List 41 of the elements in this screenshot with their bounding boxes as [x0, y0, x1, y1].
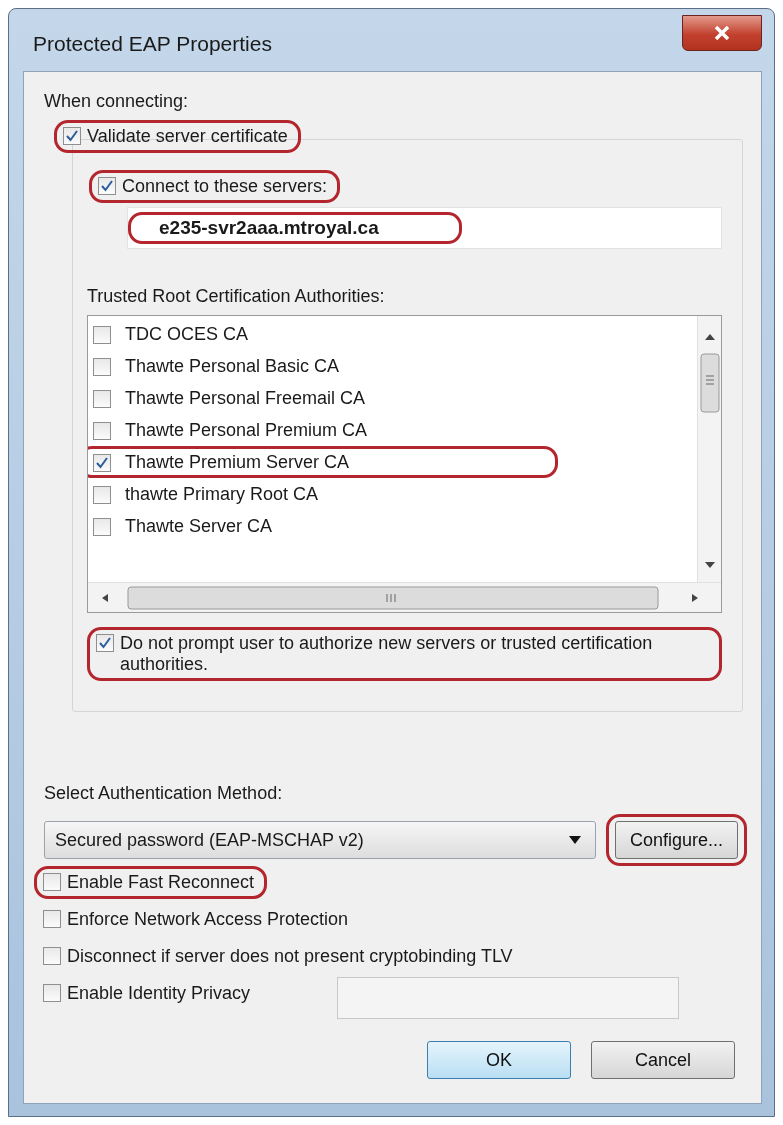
checkbox-label: Disconnect if server does not present cryptobinding TLV [67, 946, 513, 967]
checkbox-label: Enforce Network Access Protection [67, 909, 349, 930]
list-item[interactable]: Thawte Personal Premium CA [125, 419, 368, 441]
checkbox[interactable] [93, 325, 111, 344]
method-dropdown[interactable]: Secured password (EAP-MSCHAP v2) [44, 821, 596, 859]
checkbox[interactable] [63, 127, 81, 145]
ok-button[interactable]: OK [427, 1041, 571, 1079]
section-label: Select Authentication Method: [44, 782, 284, 804]
caret-icon [568, 836, 581, 844]
checkbox[interactable] [93, 421, 111, 440]
checkbox[interactable] [93, 453, 111, 472]
checkbox[interactable] [96, 634, 114, 652]
identity-field[interactable] [337, 977, 679, 1019]
list-item[interactable]: Thawte Server CA [125, 515, 273, 537]
checkbox-label: Do not prompt user to authorize new servers or trusted certification authorities. [120, 633, 654, 675]
list-item[interactable]: Thawte Premium Server CA [125, 451, 350, 473]
checkbox[interactable] [93, 389, 111, 408]
list-item[interactable]: thawte Primary Root CA [125, 483, 319, 505]
cancel-button[interactable]: Cancel [591, 1041, 735, 1079]
list-item[interactable]: Thawte Personal Basic CA [125, 355, 340, 377]
checkbox[interactable] [43, 984, 61, 1002]
close-button[interactable] [682, 15, 762, 51]
close-icon [713, 25, 731, 41]
checkbox-label: Enable Fast Reconnect [67, 872, 255, 893]
checkbox[interactable] [93, 485, 111, 504]
list-item[interactable]: Thawte Personal Freemail CA [125, 387, 366, 409]
configure-button[interactable]: Configure... [614, 821, 738, 859]
checkbox[interactable] [93, 357, 111, 376]
checkbox-label: Enable Identity Privacy [67, 983, 251, 1004]
checkbox[interactable] [98, 177, 116, 195]
list-item[interactable]: TDC OCES CA [125, 323, 248, 345]
list-label: Trusted Root Certification Authorities: [87, 285, 386, 307]
checkbox-label: Validate server certificate [87, 126, 288, 147]
checkbox-label: Connect to these servers: [122, 176, 328, 197]
server-field[interactable]: e235-svr2aaa.mtroyal.ca [127, 207, 722, 249]
section-label: When connecting: [44, 90, 190, 112]
checkbox[interactable] [43, 873, 61, 891]
checkbox[interactable] [43, 910, 61, 928]
checkbox[interactable] [93, 517, 111, 536]
window-title: Protected EAP Properties [32, 31, 272, 56]
checkbox[interactable] [43, 947, 61, 965]
